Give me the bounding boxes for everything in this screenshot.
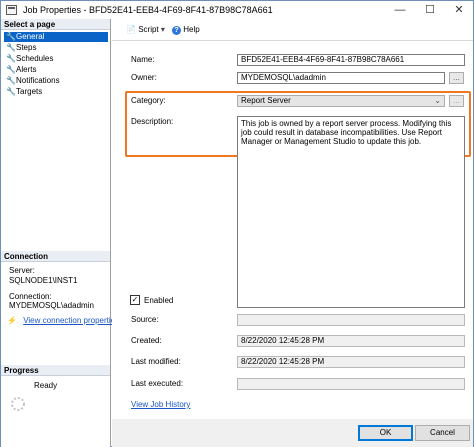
script-label: Script — [138, 25, 159, 34]
progress-status: Ready — [34, 381, 58, 390]
page-alerts-label: Alerts — [16, 65, 37, 74]
cancel-button[interactable]: Cancel — [415, 425, 470, 441]
progress-spinner-icon — [11, 397, 25, 411]
wrench-icon: 🔧 — [6, 54, 16, 63]
last-executed-field — [237, 378, 465, 390]
maximize-button[interactable]: ☐ — [415, 1, 445, 19]
page-targets[interactable]: 🔧 Targets — [4, 87, 108, 97]
category-value: Report Server — [241, 96, 291, 105]
left-pane: Select a page 🔧 General 🔧 Steps 🔧 Schedu… — [1, 19, 119, 447]
last-modified-label: Last modified: — [131, 357, 181, 366]
wrench-icon: 🔧 — [6, 32, 16, 41]
source-label: Source: — [131, 315, 159, 324]
page-notifications[interactable]: 🔧 Notifications — [4, 76, 108, 86]
view-connection-properties-label[interactable]: View connection properties — [23, 316, 119, 325]
owner-field[interactable]: MYDEMOSQL\adadmin — [237, 72, 445, 84]
created-field: 8/22/2020 12:45:28 PM — [237, 335, 465, 347]
page-alerts[interactable]: 🔧 Alerts — [4, 65, 108, 75]
page-steps-label: Steps — [16, 43, 37, 52]
wrench-icon: 🔧 — [6, 76, 16, 85]
chevron-down-icon: ▾ — [160, 25, 165, 34]
category-select[interactable]: Report Server ⌄ — [237, 95, 445, 107]
page-notifications-label: Notifications — [16, 76, 60, 85]
page-schedules-label: Schedules — [16, 54, 54, 63]
category-label: Category: — [131, 96, 166, 105]
right-pane: 📄 Script ▾ ? Help Name: BFD52E41-EEB4-4F… — [112, 19, 473, 419]
page-general-label: General — [16, 32, 45, 41]
connection-header: Connection — [1, 251, 110, 262]
description-label: Description: — [131, 117, 174, 126]
job-properties-window: Job Properties - BFD52E41-EEB4-4F69-8F41… — [0, 0, 474, 447]
toolbar: 📄 Script ▾ ? Help — [112, 19, 473, 41]
close-button[interactable]: ✕ — [444, 1, 474, 19]
enabled-checkbox[interactable]: ✓ — [130, 295, 140, 305]
last-modified-field: 8/22/2020 12:45:28 PM — [237, 356, 465, 368]
connection-value: MYDEMOSQL\adadmin — [9, 301, 94, 310]
description-text: This job is owned by a report server pro… — [241, 119, 452, 146]
created-label: Created: — [131, 336, 162, 345]
help-label: Help — [183, 25, 200, 34]
script-icon: 📄 — [126, 25, 136, 34]
progress-header: Progress — [1, 365, 110, 376]
owner-label: Owner: — [131, 73, 157, 82]
source-field — [237, 314, 465, 326]
owner-browse-button[interactable]: ... — [449, 72, 464, 84]
name-label: Name: — [131, 55, 155, 64]
wrench-icon: 🔧 — [6, 87, 16, 96]
window-app-icon — [6, 5, 17, 15]
select-page-header: Select a page — [1, 19, 110, 30]
button-bar: OK Cancel — [112, 419, 473, 447]
description-textarea[interactable]: This job is owned by a report server pro… — [237, 116, 465, 308]
wrench-icon: 🔧 — [6, 43, 16, 52]
title-bar: Job Properties - BFD52E41-EEB4-4F69-8F41… — [1, 1, 473, 19]
page-schedules[interactable]: 🔧 Schedules — [4, 54, 108, 64]
ok-button[interactable]: OK — [358, 425, 413, 441]
last-executed-label: Last executed: — [131, 379, 184, 388]
server-label: Server: — [9, 266, 35, 275]
page-targets-label: Targets — [16, 87, 43, 96]
name-field[interactable]: BFD52E41-EEB4-4F69-8F41-87B98C78A661 — [237, 54, 465, 66]
category-browse-button[interactable]: ... — [449, 95, 464, 107]
connection-properties-icon: ⚡ — [7, 316, 17, 325]
view-connection-properties-link[interactable]: ⚡ View connection properties — [7, 316, 119, 326]
minimize-button[interactable]: — — [385, 1, 415, 19]
window-title: Job Properties - BFD52E41-EEB4-4F69-8F41… — [23, 5, 273, 15]
page-general[interactable]: 🔧 General — [4, 32, 108, 42]
enabled-label: Enabled — [144, 296, 174, 305]
script-button[interactable]: 📄 Script ▾ — [126, 25, 165, 34]
page-steps[interactable]: 🔧 Steps — [4, 43, 108, 53]
wrench-icon: 🔧 — [6, 65, 16, 74]
help-button[interactable]: ? Help — [172, 25, 200, 35]
server-value: SQLNODE1\INST1 — [9, 276, 78, 285]
view-job-history-link[interactable]: View Job History — [131, 400, 190, 409]
chevron-down-icon: ⌄ — [434, 96, 441, 105]
help-icon: ? — [172, 26, 181, 35]
